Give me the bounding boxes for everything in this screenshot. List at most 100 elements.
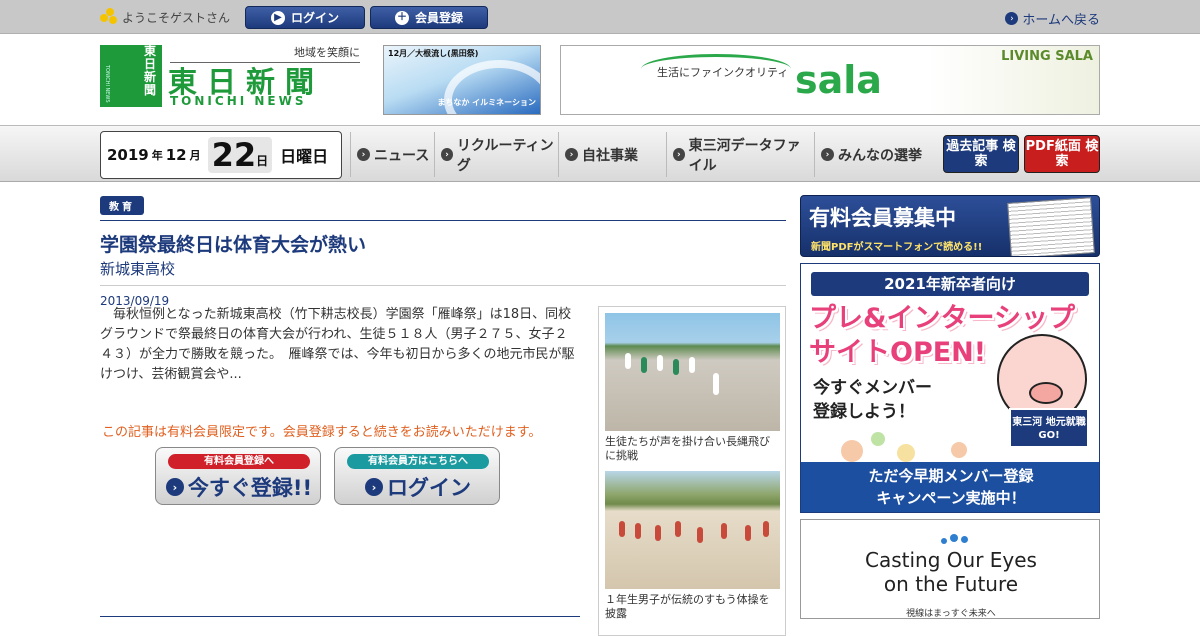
paid-member-ad-title: 有料会員募集中 xyxy=(809,206,956,230)
divider xyxy=(100,220,786,221)
nav-item-recruiting[interactable]: › リクルーティング xyxy=(434,132,558,177)
article-body: 毎秋恒例となった新城東高校（竹下耕志校長）学園祭「雁峰祭」は18日、同校グラウン… xyxy=(100,307,575,382)
figure xyxy=(697,527,703,543)
figure xyxy=(657,355,663,371)
figure xyxy=(763,521,769,537)
chevron-right-icon: › xyxy=(821,148,834,161)
casting-ad-line2: on the Future xyxy=(883,572,1019,596)
internship-ad-tag: 東三河 地元就職GO! xyxy=(1009,408,1089,448)
internship-ad-headline-1: プレ&インターシップ xyxy=(809,303,1076,334)
divider xyxy=(100,616,580,617)
plus-icon: ＋ xyxy=(394,10,409,25)
chevron-right-icon: › xyxy=(673,148,685,161)
pdf-search-button[interactable]: PDF紙面 検索 xyxy=(1024,135,1100,173)
internship-ad-register: 今すぐメンバー 登録しよう！ xyxy=(813,376,932,424)
login-button[interactable]: ▶ ログイン xyxy=(245,6,365,29)
register-button[interactable]: ＋ 会員登録 xyxy=(370,6,488,29)
figure xyxy=(713,373,719,395)
chevron-right-icon: › xyxy=(365,478,383,496)
logo-dot xyxy=(961,536,968,543)
archive-search-button[interactable]: 過去記事 検索 xyxy=(943,135,1019,173)
figure xyxy=(673,359,679,375)
divider xyxy=(100,285,786,286)
date-year-suffix: 年 xyxy=(151,149,163,162)
figure xyxy=(689,357,695,373)
figure xyxy=(675,521,681,537)
casting-ad-line1: Casting Our Eyes xyxy=(865,548,1037,572)
figure xyxy=(635,523,641,539)
logo-subtitle: TONICHI NEWS xyxy=(170,94,307,108)
photo-caption: 生徒たちが声を掛け合い長縄飛びに挑戦 xyxy=(605,435,770,462)
internship-ad[interactable]: 2021年新卒者向け プレ&インターシップ サイトOPEN! 今すぐメンバー 登… xyxy=(800,263,1100,513)
nav-item-election[interactable]: › みんなの選挙 xyxy=(814,132,936,177)
casting-eyes-ad[interactable]: Casting Our Eyes on the Future 視線はまっすぐ未来… xyxy=(800,519,1100,619)
illumination-banner[interactable]: 12月／大根流し(黒田祭) まちなか イルミネーション xyxy=(383,45,541,115)
chevron-right-icon: › xyxy=(165,478,184,496)
home-link-label: ホームへ戻る xyxy=(1022,13,1100,28)
illumination-banner-title: 12月／大根流し(黒田祭) xyxy=(388,49,479,58)
pig-snout xyxy=(1029,382,1063,404)
top-bar: ようこそゲストさん ▶ ログイン ＋ 会員登録 › ホームへ戻る xyxy=(0,0,1200,34)
photo-column: 生徒たちが声を掛け合い長縄飛びに挑戦 １年生男子が伝統のすもう体操を披露 xyxy=(598,306,786,636)
date-day-box: 22 日 xyxy=(207,137,273,173)
category-badge[interactable]: 教育 xyxy=(100,196,144,215)
paid-member-ad[interactable]: 有料会員募集中 新聞PDFがスマートフォンで読める!! xyxy=(800,195,1100,257)
signup-pill: 有料会員登録へ xyxy=(168,454,310,469)
chevron-right-icon: › xyxy=(1005,12,1019,25)
sala-brand: sala xyxy=(795,58,882,102)
nav-item-data-file[interactable]: › 東三河データファイル xyxy=(666,132,814,177)
date-day-suffix: 日 xyxy=(256,154,269,168)
newspaper-illustration xyxy=(1007,197,1095,256)
paid-member-ad-sub: 新聞PDFがスマートフォンで読める!! xyxy=(811,242,983,253)
main-nav: 2019 年 12 月 22 日 日曜日 › ニュース › リクルーティング ›… xyxy=(0,125,1200,182)
login-pill: 有料会員方はこちらへ xyxy=(347,454,489,469)
photo-caption: １年生男子が伝統のすもう体操を披露 xyxy=(605,593,770,620)
nav-item-label: 東三河データファイル xyxy=(688,137,801,174)
logo-mark[interactable]: TONICHI NEWS 東日新聞 xyxy=(100,45,162,107)
site-header: TONICHI NEWS 東日新聞 地域を笑顔に 東日新聞 TONICHI NE… xyxy=(0,35,1200,125)
date-year: 2019 xyxy=(107,146,149,164)
logo-mark-vertical-text: 東日新聞 xyxy=(144,44,157,97)
figure xyxy=(619,521,625,537)
login-button-label: ログイン xyxy=(290,11,339,25)
sala-tagline: 生活にファインクオリティ xyxy=(657,66,789,79)
nav-item-company-business[interactable]: › 自社事業 xyxy=(558,132,666,177)
logo-mark-small-text: TONICHI NEWS xyxy=(104,65,110,103)
chevron-right-icon: › xyxy=(357,148,370,161)
welcome-text: ようこそゲストさん xyxy=(122,10,231,25)
figure xyxy=(745,525,751,541)
figure xyxy=(655,525,661,541)
internship-ad-register-2: 登録しよう！ xyxy=(813,402,915,422)
logo-dot xyxy=(941,538,947,544)
guest-greeting: ようこそゲストさん xyxy=(100,8,230,26)
sala-corner-label: LIVING SALA xyxy=(1001,49,1093,64)
internship-ad-footer: ただ今早期メンバー登録 キャンペーン実施中！ xyxy=(801,462,1099,512)
decor-dot xyxy=(871,432,885,446)
figure xyxy=(721,523,727,539)
login-label: ログイン xyxy=(387,476,471,500)
date-display: 2019 年 12 月 22 日 日曜日 xyxy=(100,131,342,179)
nav-item-label: みんなの選挙 xyxy=(838,147,922,164)
photo-sumo-exercise[interactable] xyxy=(605,471,780,589)
illumination-banner-sub: まちなか イルミネーション xyxy=(437,98,536,107)
nav-item-label: リクルーティング xyxy=(456,137,554,174)
logo-dot xyxy=(950,534,958,542)
sidebar: 有料会員募集中 新聞PDFがスマートフォンで読める!! 2021年新卒者向け プ… xyxy=(800,195,1100,619)
date-month-suffix: 月 xyxy=(189,149,201,162)
signup-now-button[interactable]: 有料会員登録へ › 今すぐ登録!! xyxy=(155,447,321,505)
decor-dot xyxy=(841,440,863,462)
decor-dot xyxy=(897,444,915,462)
nav-item-news[interactable]: › ニュース xyxy=(350,132,434,177)
home-link[interactable]: › ホームへ戻る xyxy=(1005,9,1100,28)
figure xyxy=(625,353,631,369)
member-login-button[interactable]: 有料会員方はこちらへ › ログイン xyxy=(334,447,500,505)
login-label-row: › ログイン xyxy=(335,472,501,502)
photo-jump-rope[interactable] xyxy=(605,313,780,431)
chevron-right-icon: › xyxy=(441,148,453,161)
arrow-right-icon: ▶ xyxy=(270,10,285,25)
article-title: 学園祭最終日は体育大会が熱い xyxy=(100,234,367,256)
sala-banner[interactable]: 生活にファインクオリティ sala LIVING SALA xyxy=(560,45,1100,115)
decor-dot xyxy=(951,442,967,458)
date-month: 12 xyxy=(165,146,187,164)
nav-item-label: ニュース xyxy=(374,147,430,164)
